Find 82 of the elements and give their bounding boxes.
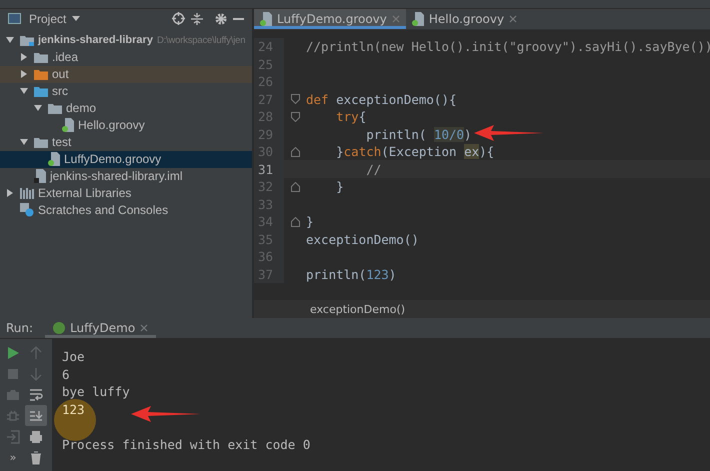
- groovy-icon: [53, 322, 66, 334]
- folder-icon: [20, 34, 34, 46]
- code-line: }: [306, 214, 314, 230]
- tree-item[interactable]: src: [0, 82, 252, 100]
- expand-arrow-icon[interactable]: [6, 189, 14, 198]
- collapse-icon[interactable]: [191, 12, 203, 25]
- close-icon[interactable]: [140, 324, 148, 332]
- folder-icon: [34, 136, 48, 148]
- down-icon: [29, 366, 43, 380]
- groovy-file-icon: [412, 12, 424, 26]
- run-icon: [6, 346, 20, 360]
- panel-title[interactable]: Project: [29, 12, 66, 26]
- fold-marker-icon[interactable]: [290, 216, 300, 227]
- editor-tab[interactable]: Hello.groovy: [406, 8, 524, 29]
- folder-icon: [34, 52, 48, 63]
- bug-icon: [6, 408, 20, 422]
- groovy-file-icon: [48, 152, 60, 166]
- tree-item[interactable]: demo: [0, 100, 252, 117]
- print-icon: [29, 430, 43, 444]
- code-line: try{: [335, 109, 366, 124]
- tree-item[interactable]: Scratches and Consoles: [0, 202, 252, 219]
- expand-arrow-icon[interactable]: [20, 138, 28, 146]
- tree-item[interactable]: External Libraries: [0, 184, 252, 202]
- fold-marker-icon[interactable]: [290, 182, 300, 192]
- scroll-end-icon: [29, 408, 43, 422]
- groovy-file-icon: [260, 12, 272, 26]
- more-button[interactable]: »: [2, 447, 24, 468]
- expand-arrow-icon[interactable]: [20, 87, 28, 96]
- close-icon[interactable]: [509, 14, 518, 23]
- up-icon: [29, 346, 43, 360]
- wrap-icon: [29, 388, 43, 402]
- caret-icon[interactable]: [72, 16, 80, 22]
- locate-icon[interactable]: [172, 12, 185, 26]
- console-output: 123: [62, 402, 85, 416]
- scratches-icon: [20, 203, 34, 218]
- console-output: Joe: [62, 349, 85, 364]
- breadcrumb[interactable]: exceptionDemo(): [310, 302, 406, 316]
- code-line: }catch(Exception ex){: [335, 144, 494, 160]
- fold-marker-icon[interactable]: [290, 146, 300, 157]
- fold-marker-icon[interactable]: [290, 112, 300, 122]
- console-output: bye luffy: [62, 384, 130, 399]
- stop-icon: [6, 366, 20, 380]
- code-line: exceptionDemo(): [306, 232, 419, 247]
- close-icon[interactable]: [392, 14, 400, 23]
- folder-icon: [48, 102, 62, 114]
- code-line: //: [365, 162, 382, 177]
- scroll-end-button[interactable]: [25, 405, 47, 426]
- code-line: println(123): [306, 266, 396, 282]
- tree-item[interactable]: .idea: [0, 48, 252, 66]
- click-highlight: [54, 399, 96, 441]
- code-line: }: [335, 179, 344, 194]
- path-label: D:\workspace\luffy\jen: [156, 34, 246, 46]
- trash-icon: [29, 450, 43, 464]
- run-label: Run:: [6, 321, 34, 335]
- settings-icon[interactable]: [215, 12, 227, 25]
- code-line: println( 10/0): [365, 126, 472, 142]
- expand-arrow-icon[interactable]: [20, 70, 28, 78]
- groovy-file-icon: [62, 118, 74, 132]
- folder-icon: [34, 86, 48, 97]
- tree-item[interactable]: out: [0, 66, 252, 83]
- camera-icon: [6, 388, 20, 402]
- console-output: Process finished with exit code 0: [62, 436, 310, 452]
- library-icon: [20, 187, 34, 200]
- code-line: def exceptionDemo(){: [306, 92, 457, 107]
- tree-item[interactable]: LuffyDemo.groovy: [0, 150, 252, 168]
- code-line: //println(new Hello().init("groovy").sayHi().sayBye()): [306, 39, 710, 54]
- minimize-icon[interactable]: [233, 18, 244, 20]
- fold-marker-icon[interactable]: [290, 94, 300, 104]
- console-output: 6: [62, 366, 70, 382]
- tree-item[interactable]: test: [0, 134, 252, 151]
- exit-icon: [6, 430, 20, 444]
- run-tab[interactable]: LuffyDemo: [45, 318, 156, 338]
- expand-arrow-icon[interactable]: [6, 36, 14, 44]
- tree-item[interactable]: Hello.groovy: [0, 116, 252, 134]
- tree-item[interactable]: jenkins-shared-library D:\workspace\luffy\jen: [0, 32, 252, 49]
- panel-icon: [8, 13, 21, 24]
- expand-arrow-icon[interactable]: [34, 104, 42, 112]
- expand-arrow-icon[interactable]: [20, 53, 28, 62]
- file-icon: [34, 169, 46, 184]
- tree-item[interactable]: jenkins-shared-library.iml: [0, 168, 252, 185]
- folder-icon: [34, 68, 48, 80]
- editor-tab[interactable]: LuffyDemo.groovy: [254, 8, 406, 29]
